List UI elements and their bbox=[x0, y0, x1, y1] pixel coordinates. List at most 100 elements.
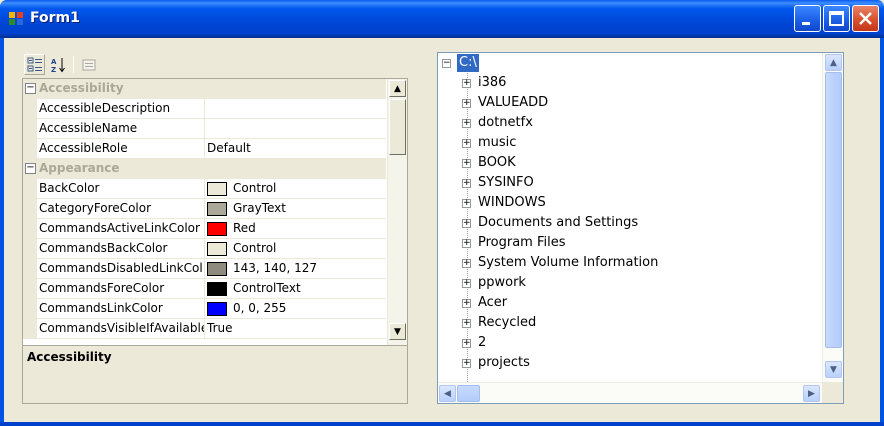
collapse-icon[interactable]: − bbox=[442, 59, 451, 68]
close-button[interactable] bbox=[852, 5, 879, 32]
expand-icon[interactable]: + bbox=[462, 159, 471, 168]
property-value-text: True bbox=[207, 321, 233, 335]
tree-node-label[interactable]: SYSINFO bbox=[476, 174, 536, 192]
property-value[interactable]: GrayText bbox=[205, 199, 386, 218]
tree-node-label[interactable]: Program Files bbox=[476, 234, 568, 252]
collapse-icon[interactable]: − bbox=[25, 83, 36, 94]
property-value[interactable] bbox=[205, 119, 386, 138]
tree-node[interactable]: + dotnetfx bbox=[438, 113, 824, 133]
property-value-text: 0, 0, 255 bbox=[233, 301, 287, 315]
property-value[interactable]: Red bbox=[205, 219, 386, 238]
tree-node[interactable]: + SYSINFO bbox=[438, 173, 824, 193]
alphabetical-sort-icon: A Z bbox=[51, 57, 65, 73]
tree-node[interactable]: + ppwork bbox=[438, 273, 824, 293]
tree-node[interactable]: + music bbox=[438, 133, 824, 153]
tree-node-label[interactable]: C:\ bbox=[457, 54, 479, 72]
tree-node[interactable]: + System Volume Information bbox=[438, 253, 824, 273]
tree-vertical-scrollbar[interactable]: ▲ ▼ bbox=[822, 53, 843, 382]
row-gutter bbox=[23, 259, 37, 278]
category-row-appearance[interactable]: − Appearance bbox=[23, 159, 386, 179]
tree-node-label[interactable]: BOOK bbox=[476, 154, 518, 172]
tree-node[interactable]: + WINDOWS bbox=[438, 193, 824, 213]
property-row[interactable]: CategoryForeColor GrayText bbox=[23, 199, 386, 219]
scroll-up-button[interactable]: ▲ bbox=[825, 54, 842, 71]
property-grid-toolbar: A Z bbox=[22, 52, 408, 77]
tree-node-label[interactable]: 2 bbox=[476, 334, 488, 352]
tree-node-label[interactable]: Recycled bbox=[476, 314, 538, 332]
scroll-down-button[interactable]: ▼ bbox=[825, 361, 842, 378]
expand-icon[interactable]: + bbox=[462, 99, 471, 108]
property-value[interactable]: Default bbox=[205, 139, 386, 158]
scroll-thumb[interactable] bbox=[389, 99, 406, 155]
property-row[interactable]: BackColor Control bbox=[23, 179, 386, 199]
tree-node-label[interactable]: VALUEADD bbox=[476, 94, 550, 112]
tree-node[interactable]: + Recycled bbox=[438, 313, 824, 333]
alphabetical-button[interactable]: A Z bbox=[47, 54, 68, 75]
property-value[interactable]: Control bbox=[205, 239, 386, 258]
property-value[interactable]: True bbox=[205, 319, 386, 338]
row-gutter bbox=[23, 319, 37, 338]
tree-node-label[interactable]: Acer bbox=[476, 294, 509, 312]
property-row[interactable]: CommandsVisibleIfAvailable True bbox=[23, 319, 386, 339]
tree-node-label[interactable]: dotnetfx bbox=[476, 114, 535, 132]
tree-node-label[interactable]: projects bbox=[476, 354, 532, 372]
scroll-left-button[interactable]: ◀ bbox=[439, 385, 456, 402]
scroll-down-button[interactable]: ▼ bbox=[389, 323, 406, 340]
tree-node[interactable]: + BOOK bbox=[438, 153, 824, 173]
property-row[interactable]: AccessibleDescription bbox=[23, 99, 386, 119]
property-value[interactable] bbox=[205, 99, 386, 118]
tree-node[interactable]: + VALUEADD bbox=[438, 93, 824, 113]
directory-tree[interactable]: − C:\ + i386 + VALUEADD + dotnetfx + music +… bbox=[437, 52, 844, 404]
title-bar[interactable]: Form1 bbox=[0, 0, 884, 38]
expand-icon[interactable]: + bbox=[462, 339, 471, 348]
property-row[interactable]: CommandsActiveLinkColor Red bbox=[23, 219, 386, 239]
expand-icon[interactable]: + bbox=[462, 299, 471, 308]
scroll-thumb[interactable] bbox=[825, 72, 842, 348]
property-value[interactable]: 143, 140, 127 bbox=[205, 259, 386, 278]
tree-node[interactable]: + Acer bbox=[438, 293, 824, 313]
tree-node-label[interactable]: System Volume Information bbox=[476, 254, 660, 272]
category-row-accessibility[interactable]: − Accessibility bbox=[23, 79, 386, 99]
expand-icon[interactable]: + bbox=[462, 139, 471, 148]
expand-icon[interactable]: + bbox=[462, 79, 471, 88]
row-gutter bbox=[23, 119, 37, 138]
expand-icon[interactable]: + bbox=[462, 119, 471, 128]
tree-node-label[interactable]: Documents and Settings bbox=[476, 214, 640, 232]
scroll-right-button[interactable]: ▶ bbox=[803, 385, 820, 402]
tree-horizontal-scrollbar[interactable]: ◀ ▶ bbox=[438, 382, 824, 403]
expand-icon[interactable]: + bbox=[462, 219, 471, 228]
property-row[interactable]: AccessibleName bbox=[23, 119, 386, 139]
tree-node-label[interactable]: ppwork bbox=[476, 274, 528, 292]
categorized-button[interactable] bbox=[24, 54, 45, 75]
expand-icon[interactable]: + bbox=[462, 179, 471, 188]
expand-icon[interactable]: + bbox=[462, 319, 471, 328]
scroll-thumb[interactable] bbox=[457, 385, 480, 402]
expand-icon[interactable]: + bbox=[462, 259, 471, 268]
expand-icon[interactable]: + bbox=[462, 359, 471, 368]
property-pages-button[interactable] bbox=[78, 54, 99, 75]
property-row[interactable]: CommandsForeColor ControlText bbox=[23, 279, 386, 299]
tree-node-root[interactable]: − C:\ bbox=[438, 53, 824, 73]
tree-node[interactable]: + Documents and Settings bbox=[438, 213, 824, 233]
tree-node[interactable]: + Program Files bbox=[438, 233, 824, 253]
tree-node-label[interactable]: WINDOWS bbox=[476, 194, 548, 212]
expand-icon[interactable]: + bbox=[462, 199, 471, 208]
property-row[interactable]: CommandsBackColor Control bbox=[23, 239, 386, 259]
property-row[interactable]: AccessibleRole Default bbox=[23, 139, 386, 159]
scroll-up-button[interactable]: ▲ bbox=[389, 80, 406, 97]
maximize-button[interactable] bbox=[823, 5, 850, 32]
property-value[interactable]: Control bbox=[205, 179, 386, 198]
property-row[interactable]: CommandsDisabledLinkCol 143, 140, 127 bbox=[23, 259, 386, 279]
property-row[interactable]: CommandsLinkColor 0, 0, 255 bbox=[23, 299, 386, 319]
tree-node[interactable]: + projects bbox=[438, 353, 824, 373]
tree-node[interactable]: + i386 bbox=[438, 73, 824, 93]
tree-node-label[interactable]: i386 bbox=[476, 74, 508, 92]
property-value[interactable]: ControlText bbox=[205, 279, 386, 298]
tree-node[interactable]: +2 bbox=[438, 333, 824, 353]
expand-icon[interactable]: + bbox=[462, 279, 471, 288]
property-value[interactable]: 0, 0, 255 bbox=[205, 299, 386, 318]
expand-icon[interactable]: + bbox=[462, 239, 471, 248]
minimize-button[interactable] bbox=[794, 5, 821, 32]
tree-node-label[interactable]: music bbox=[476, 134, 518, 152]
collapse-icon[interactable]: − bbox=[25, 163, 36, 174]
